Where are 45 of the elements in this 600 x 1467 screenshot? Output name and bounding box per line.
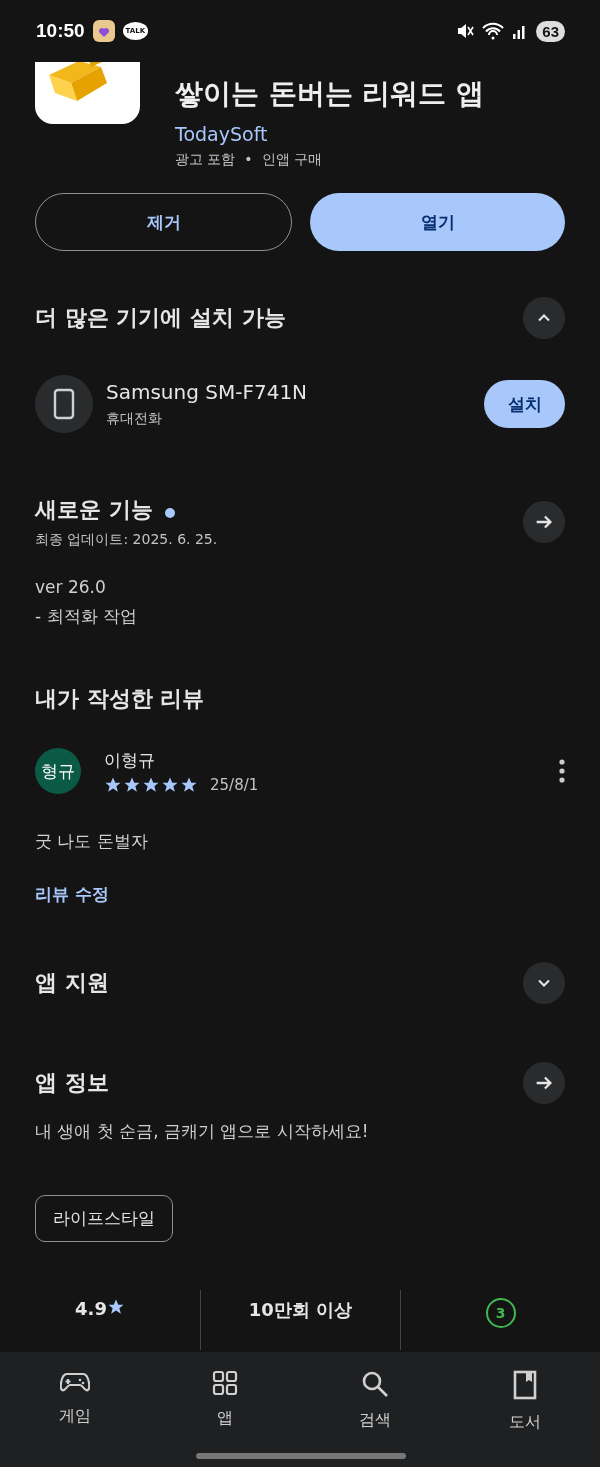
- developer-link[interactable]: TodaySoft: [175, 123, 485, 145]
- review-text: 굿 나도 돈벌자: [35, 830, 149, 853]
- app-title: 쌓이는 돈버는 리워드 앱: [175, 76, 485, 112]
- version-text: ver 26.0: [35, 577, 107, 597]
- section-title: 더 많은 기기에 설치 가능: [35, 304, 286, 332]
- avatar: 형규: [35, 748, 81, 794]
- update-date: 최종 업데이트: 2025. 6. 25.: [35, 531, 218, 549]
- section-title: 앱 지원: [35, 969, 109, 997]
- heart-app-icon: [92, 20, 115, 42]
- device-type: 휴대전화: [106, 410, 163, 428]
- section-title: 내가 작성한 리뷰: [35, 685, 205, 713]
- install-button[interactable]: 설치: [484, 380, 565, 428]
- nav-tab[interactable]: 앱: [150, 1352, 300, 1467]
- download-count: 10만회 이상: [248, 1298, 353, 1322]
- collapse-button[interactable]: [523, 297, 565, 339]
- device-name: Samsung SM-F741N: [106, 380, 308, 404]
- review-author: 이형규: [104, 748, 156, 772]
- release-note: - 최적화 작업: [35, 605, 138, 628]
- open-button[interactable]: 열기: [310, 193, 565, 251]
- gamepad-icon: [60, 1370, 90, 1394]
- more-icon[interactable]: [559, 759, 565, 783]
- expand-button[interactable]: [523, 962, 565, 1004]
- nav-tab[interactable]: 검색: [300, 1352, 450, 1467]
- arrow-button[interactable]: [523, 1062, 565, 1104]
- arrow-button[interactable]: [523, 501, 565, 543]
- app-meta: 광고 포함 • 인앱 구매: [175, 151, 323, 169]
- nav-tab[interactable]: 게임: [0, 1352, 150, 1467]
- nav-tab[interactable]: 도서: [450, 1352, 600, 1467]
- mute-icon: [456, 22, 475, 40]
- home-handle[interactable]: [196, 1453, 406, 1459]
- wifi-icon: [482, 22, 505, 40]
- rating-value: 4.9: [75, 1298, 107, 1319]
- battery-level: 63: [536, 20, 565, 42]
- section-title: 앱 정보: [35, 1069, 109, 1097]
- review-date: 25/8/1: [210, 775, 259, 794]
- star-icon: [106, 1298, 125, 1316]
- section-title: 새로운 기능: [35, 497, 153, 522]
- grid-icon: [212, 1370, 238, 1396]
- status-time: 10:50: [36, 20, 85, 42]
- category-chip[interactable]: 라이프스타일: [35, 1195, 173, 1242]
- edit-review-link[interactable]: 리뷰 수정: [35, 883, 109, 906]
- age-rating-badge: 3: [485, 1298, 516, 1328]
- book-icon: [513, 1370, 537, 1400]
- app-description: 내 생애 첫 순금, 금캐기 앱으로 시작하세요!: [35, 1120, 370, 1143]
- search-icon: [361, 1370, 389, 1398]
